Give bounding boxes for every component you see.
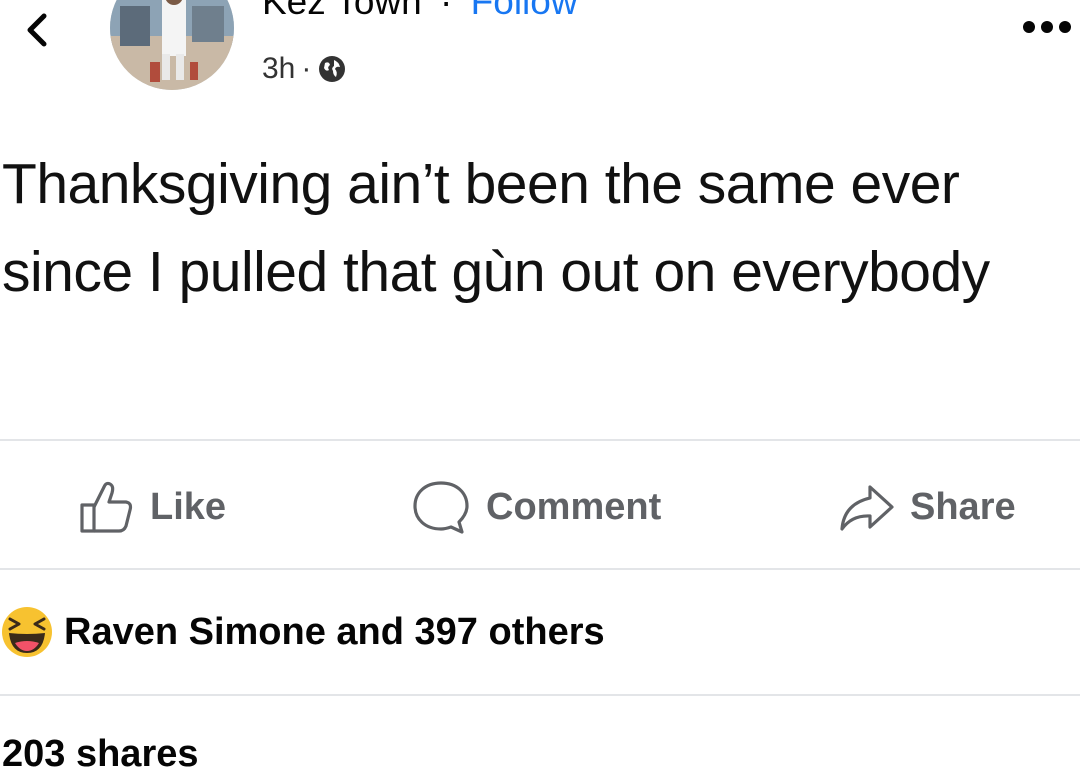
more-options-button[interactable] bbox=[1020, 12, 1074, 42]
reactions-text: Raven Simone and 397 others bbox=[64, 610, 605, 653]
author-name[interactable]: Kez Town bbox=[262, 0, 422, 22]
shares-count[interactable]: 203 shares bbox=[2, 733, 199, 776]
avatar-photo bbox=[110, 0, 234, 90]
author-line: Kez Town · Follow bbox=[262, 0, 578, 23]
meta-separator-dot: · bbox=[301, 52, 312, 85]
post-text: Thanksgiving ain’t been the same ever si… bbox=[2, 152, 990, 304]
comment-button[interactable]: Comment bbox=[410, 472, 661, 542]
more-horizontal-icon bbox=[1023, 21, 1071, 33]
post-meta: 3h · bbox=[262, 52, 347, 86]
reactions-summary[interactable]: Raven Simone and 397 others bbox=[0, 600, 605, 664]
divider bbox=[0, 568, 1080, 570]
comment-label: Comment bbox=[486, 485, 662, 528]
post-timestamp[interactable]: 3h bbox=[262, 52, 295, 86]
share-arrow-icon bbox=[840, 485, 894, 531]
comment-bubble-icon bbox=[413, 481, 469, 534]
like-label: Like bbox=[150, 485, 227, 528]
action-bar: Like Comment Share bbox=[0, 472, 1080, 542]
divider bbox=[0, 439, 1080, 441]
share-button[interactable]: Share bbox=[836, 472, 1016, 542]
laughing-emoji-icon bbox=[2, 607, 52, 657]
separator-dot: · bbox=[440, 0, 453, 22]
share-label: Share bbox=[910, 485, 1016, 528]
chevron-left-icon bbox=[27, 13, 47, 47]
divider bbox=[0, 694, 1080, 696]
like-button[interactable]: Like bbox=[76, 472, 226, 542]
thumbs-up-icon bbox=[80, 481, 133, 533]
avatar[interactable] bbox=[110, 0, 234, 90]
back-button[interactable] bbox=[18, 10, 58, 50]
globe-icon bbox=[319, 56, 346, 82]
follow-link[interactable]: Follow bbox=[471, 0, 578, 22]
